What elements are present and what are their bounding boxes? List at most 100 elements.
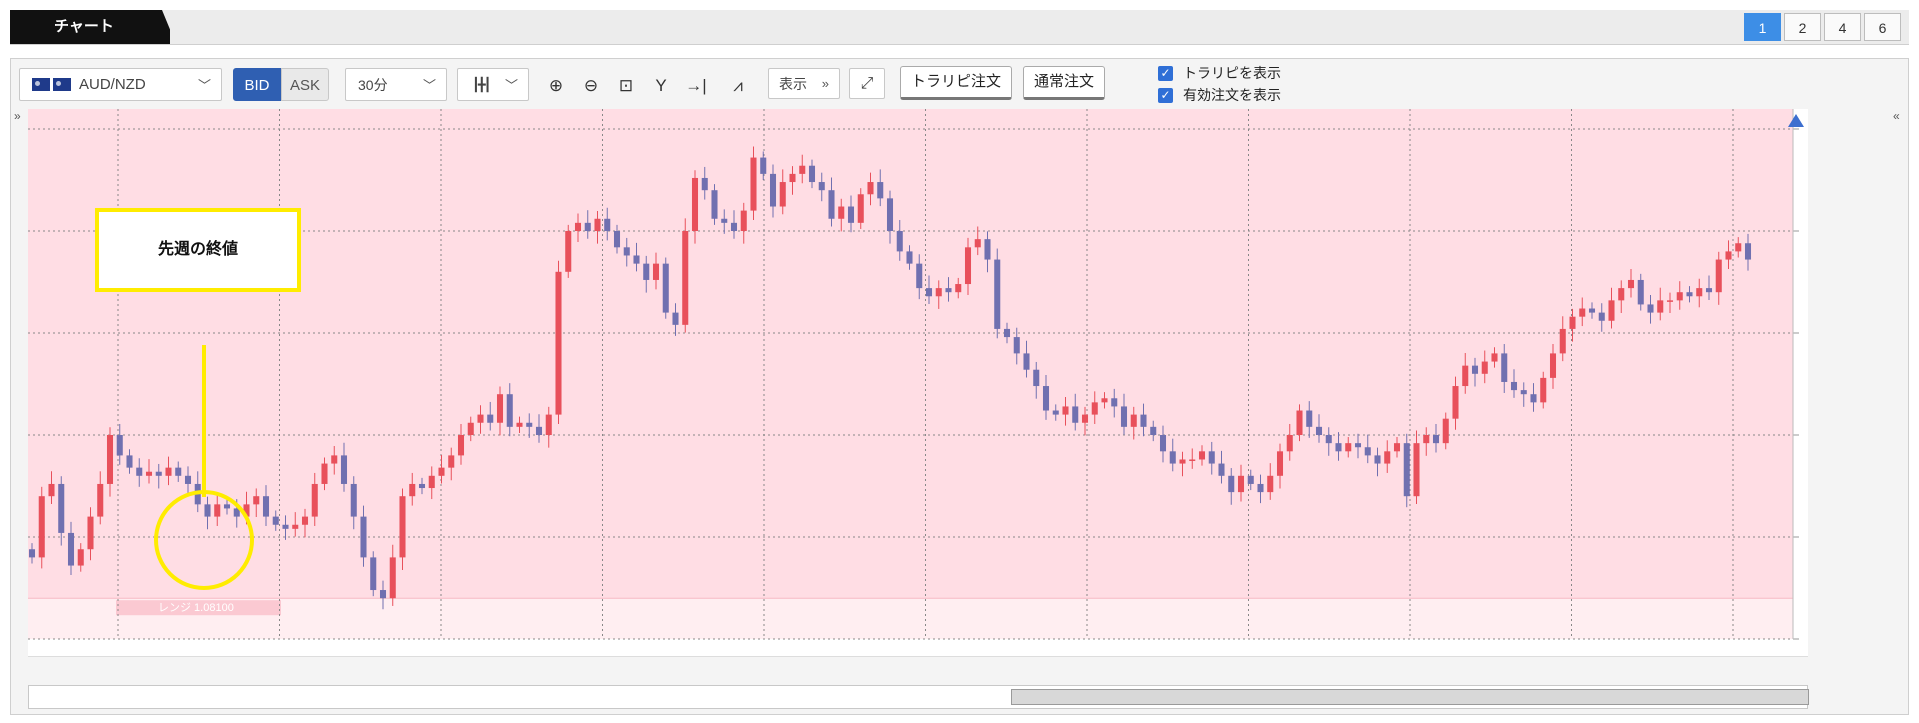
candle-body [916,263,923,289]
layout-1-button[interactable]: 1 [1744,13,1781,41]
candle-body [1608,300,1615,321]
zoom-in-icon[interactable]: ⊕ [541,71,571,101]
candle-body [818,182,825,191]
candle-body [1091,402,1098,415]
candle-body [467,422,474,435]
candle-body [1023,353,1030,370]
candle-body [789,173,796,183]
candle-body [1013,337,1020,354]
candle-body [1618,288,1625,301]
navigator-thumb[interactable] [1011,689,1809,705]
candle-body [496,394,504,423]
candle-body [331,455,338,464]
layout-6-button[interactable]: 6 [1864,13,1901,41]
chart-type-select[interactable]: ┃╋┃ ﹀ [457,68,529,101]
candle-body [1218,463,1225,476]
timeframe-select[interactable]: 30分 ﹀ [345,68,447,101]
layout-4-button[interactable]: 4 [1824,13,1861,41]
candle-body [740,210,747,231]
candle-body [1130,414,1137,427]
candle-body [1198,451,1206,460]
range-label: レンジ 1.08100 [158,602,234,614]
candle-body [1715,259,1722,293]
candle-body [721,218,728,223]
candle-body [1033,369,1040,387]
candle-body [1072,406,1079,423]
candle-body [1062,406,1069,415]
candle-body [311,483,318,517]
pair-select[interactable]: AUD/NZD ﹀ [19,68,222,101]
collapse-right-icon[interactable]: « [1893,109,1900,123]
show-active-checkbox[interactable]: ✓ 有効注文を表示 [1158,85,1281,105]
callout-box: 先週の終値 [95,208,301,292]
candle-body [1169,451,1176,464]
candle-body [1150,426,1157,435]
fit-icon[interactable]: ⊡ [611,71,641,101]
price-chart[interactable]: レンジ 1.081001.092501.090001.087501.085001… [28,109,1870,694]
candle-body [643,263,650,280]
candle-body [1666,300,1674,302]
timeframe-label: 30分 [358,76,388,93]
trail-order-button[interactable]: トラリピ注文 [900,66,1013,100]
candle-body [1588,308,1596,313]
chart-toolbar: AUD/NZD ﹀ BID ASK 30分 ﹀ ┃╋┃ ﹀ ⊕ ⊖ ⊡ Y →|… [11,59,1908,109]
candle-body [360,516,367,558]
expand-left-icon[interactable]: » [14,109,21,123]
candle-body [1325,435,1332,444]
candle-body [145,471,153,476]
candle-body [1120,406,1128,427]
pair-label: AUD/NZD [79,76,146,93]
layout-selector: 1 2 4 6 [1744,13,1901,41]
candle-body [1364,447,1371,456]
zoom-out-icon[interactable]: ⊖ [576,71,606,101]
candle-body [613,231,621,248]
candle-body [1744,243,1752,260]
chart-area[interactable]: レンジ 1.081001.092501.090001.087501.085001… [28,109,1870,694]
candle-body [418,483,426,489]
candle-body [672,312,679,325]
candle-body [1042,386,1050,411]
normal-order-button[interactable]: 通常注文 [1023,66,1106,100]
candle-body [623,247,630,256]
candle-body [730,222,738,231]
candle-body [1354,443,1362,448]
bid-button[interactable]: BID [233,68,281,101]
candle-body [779,182,786,207]
fullscreen-icon[interactable]: ⤢ [849,68,885,99]
candle-body [604,218,611,231]
chevron-down-icon: ﹀ [422,78,436,93]
display-menu[interactable]: 表示 » [768,68,840,99]
candle-body [1559,328,1566,354]
callout-label: 先週の終値 [157,241,238,258]
candle-body [379,590,387,599]
candle-body [1140,414,1147,427]
candle-body [1462,365,1469,387]
candle-body [1052,410,1059,415]
candle-body [1637,279,1644,305]
candle-body [1237,475,1245,493]
indicator-icon[interactable]: ⩘ [723,71,753,101]
candle-body [1501,353,1508,382]
candle-body [828,190,835,219]
checkmark-icon: ✓ [1158,87,1173,103]
candle-body [448,455,455,468]
chart-navigator[interactable] [28,685,1809,709]
candle-body [1286,435,1293,452]
candle-body [974,239,981,248]
ask-button[interactable]: ASK [281,68,329,101]
candle-body [1189,459,1196,461]
chart-tab[interactable]: チャート [10,10,170,44]
show-trail-checkbox[interactable]: ✓ トラリピを表示 [1158,63,1281,83]
jump-latest-icon[interactable]: →| [681,71,711,101]
candle-body [994,259,1001,329]
candle-body [214,504,221,517]
candle-body [165,467,172,476]
y-lock-icon[interactable]: Y [646,71,676,101]
candle-body [1705,288,1713,293]
layout-2-button[interactable]: 2 [1784,13,1821,41]
candle-body [87,516,94,550]
candle-body [906,251,913,264]
candle-body [48,483,55,497]
candle-body [38,496,45,558]
candle-body [565,231,572,272]
